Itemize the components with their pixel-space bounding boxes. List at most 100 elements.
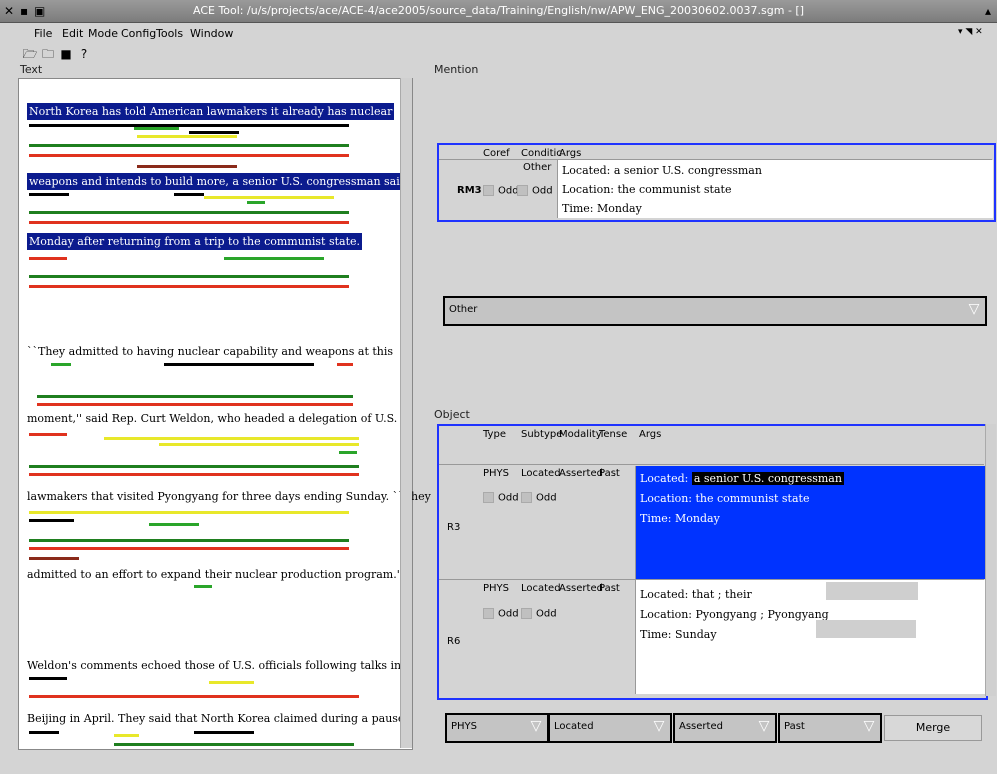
chevron-down-icon: ▽ bbox=[968, 301, 980, 317]
relation-type: PHYS bbox=[483, 583, 510, 594]
modality-combo[interactable]: Asserted ▽ bbox=[673, 713, 777, 743]
relation-checkbox[interactable]: Odd bbox=[483, 492, 519, 504]
arg-time: Time: Monday bbox=[562, 202, 642, 215]
toolbar: 🗁 🗀 ■ ? bbox=[0, 44, 997, 64]
arg-location: Location: the communist state bbox=[640, 492, 810, 505]
mention-args-box[interactable]: Located: a senior U.S. congressman Locat… bbox=[557, 160, 993, 218]
relation-subtype: Located bbox=[521, 583, 561, 594]
mention-panel-label: Mention bbox=[432, 63, 481, 76]
annotation-underline bbox=[224, 257, 324, 260]
arg-location: Location: Pyongyang ; Pyongyang bbox=[640, 608, 829, 621]
annotation-underline bbox=[194, 585, 212, 588]
arg-located: Located: a senior U.S. congressman bbox=[562, 164, 762, 177]
menu-file[interactable]: File bbox=[34, 27, 52, 40]
merge-button[interactable]: Merge bbox=[884, 715, 982, 741]
object-scrollbar[interactable] bbox=[985, 424, 996, 696]
coref-checkbox[interactable]: Odd bbox=[483, 185, 519, 197]
annotation-underline bbox=[29, 547, 349, 550]
subtype-combo[interactable]: Located ▽ bbox=[548, 713, 672, 743]
sentence-3[interactable]: Monday after returning from a trip to th… bbox=[27, 233, 363, 250]
chevron-down-icon: ▽ bbox=[530, 718, 542, 734]
annotation-underline bbox=[204, 196, 334, 199]
object-panel-label: Object bbox=[432, 408, 472, 421]
annotation-underline bbox=[114, 734, 139, 737]
tense-combo[interactable]: Past ▽ bbox=[778, 713, 882, 743]
relation-checkbox[interactable]: Odd bbox=[521, 608, 557, 620]
annotation-underline bbox=[29, 465, 359, 468]
sentence-7[interactable]: admitted to an effort to expand their nu… bbox=[27, 568, 403, 581]
annotation-underline bbox=[174, 193, 204, 196]
chevron-down-icon: ▽ bbox=[758, 718, 770, 734]
annotation-underline bbox=[29, 677, 67, 680]
relation-args-box[interactable]: Located: that ; their Location: Pyongyan… bbox=[635, 580, 985, 694]
arrange-icon[interactable]: ▴ bbox=[985, 4, 991, 18]
sentence-5[interactable]: moment,'' said Rep. Curt Weldon, who hea… bbox=[27, 412, 397, 425]
annotation-underline bbox=[29, 519, 74, 522]
relation-tense: Past bbox=[599, 468, 620, 479]
annotation-underline bbox=[29, 511, 349, 514]
column-header-subtype: Subtype bbox=[521, 429, 563, 440]
text-panel-label: Text bbox=[18, 63, 45, 76]
relation-checkbox[interactable]: Odd bbox=[521, 492, 557, 504]
annotation-underline bbox=[209, 681, 254, 684]
relation-modality: Asserted bbox=[559, 583, 603, 594]
open-folder-icon[interactable]: 🗁 bbox=[22, 46, 38, 62]
annotation-underline bbox=[37, 403, 353, 406]
help-icon[interactable]: ? bbox=[76, 46, 92, 62]
annotation-underline bbox=[29, 433, 67, 436]
empty-field bbox=[826, 582, 918, 600]
relation-type: PHYS bbox=[483, 468, 510, 479]
sentence-4[interactable]: ``They admitted to having nuclear capabi… bbox=[27, 345, 393, 358]
arg-time: Time: Monday bbox=[640, 512, 720, 525]
annotation-underline bbox=[29, 154, 349, 157]
menu-config[interactable]: Config bbox=[121, 27, 156, 40]
mention-row-id[interactable]: RM3 bbox=[457, 185, 482, 196]
annotation-underline bbox=[29, 285, 349, 288]
type-combo[interactable]: PHYS ▽ bbox=[445, 713, 549, 743]
sentence-1[interactable]: North Korea has told American lawmakers … bbox=[27, 103, 395, 120]
mention-table: Coref Conditic Args RM3 Odd Other Odd Lo… bbox=[437, 143, 996, 222]
object-table: Type Subtype Modality Tense Args R3 PHYS… bbox=[437, 424, 988, 700]
annotation-underline bbox=[29, 473, 359, 476]
save-icon[interactable]: ■ bbox=[58, 46, 74, 62]
arg-located: Located: that ; their bbox=[640, 588, 752, 601]
menu-edit[interactable]: Edit bbox=[62, 27, 83, 40]
relation-row-id[interactable]: R3 bbox=[447, 522, 460, 533]
arg-located: Located: a senior U.S. congressman bbox=[640, 472, 844, 485]
sentence-2[interactable]: weapons and intends to build more, a sen… bbox=[27, 173, 409, 190]
menu-mode[interactable]: Mode bbox=[88, 27, 118, 40]
annotation-underline bbox=[339, 451, 357, 454]
annotation-underline bbox=[149, 523, 199, 526]
annotation-underline bbox=[29, 144, 349, 147]
menu-tools[interactable]: Tools bbox=[156, 27, 183, 40]
annotation-underline bbox=[114, 743, 354, 746]
window-controls-icon[interactable]: ▾ ◥ ✕ bbox=[958, 27, 983, 37]
chevron-down-icon: ▽ bbox=[653, 718, 665, 734]
menu-window[interactable]: Window bbox=[190, 27, 233, 40]
sentence-8[interactable]: Weldon's comments echoed those of U.S. o… bbox=[27, 659, 401, 672]
text-scrollbar[interactable] bbox=[400, 78, 412, 748]
window-title: ACE Tool: /u/s/projects/ace/ACE-4/ace200… bbox=[192, 4, 805, 17]
relation-row-id[interactable]: R6 bbox=[447, 636, 460, 647]
annotation-underline bbox=[134, 127, 179, 130]
relation-args-box[interactable]: Located: a senior U.S. congressman Locat… bbox=[635, 466, 985, 579]
annotation-underline bbox=[29, 193, 69, 196]
sentence-9[interactable]: Beijing in April. They said that North K… bbox=[27, 712, 404, 725]
relation-modality: Asserted bbox=[559, 468, 603, 479]
condition-value: Other bbox=[523, 162, 552, 173]
text-panel: North Korea has told American lawmakers … bbox=[18, 78, 431, 750]
annotation-underline bbox=[29, 695, 359, 698]
annotation-underline bbox=[337, 363, 353, 366]
menu-bar: File Edit Mode Config Tools Window ▾ ◥ ✕ bbox=[0, 23, 997, 43]
condition-checkbox[interactable]: Odd bbox=[517, 185, 553, 197]
annotation-underline bbox=[189, 131, 239, 134]
annotation-underline bbox=[29, 275, 349, 278]
open-folder-2-icon[interactable]: 🗀 bbox=[40, 46, 56, 62]
annotation-underline bbox=[137, 135, 237, 138]
column-header-condition: Conditic bbox=[521, 148, 562, 159]
annotation-underline bbox=[51, 363, 71, 366]
column-header-type: Type bbox=[483, 429, 506, 440]
sentence-6[interactable]: lawmakers that visited Pyongyang for thr… bbox=[27, 490, 431, 503]
relation-checkbox[interactable]: Odd bbox=[483, 608, 519, 620]
mention-condition-combo[interactable]: Other ▽ bbox=[443, 296, 987, 326]
